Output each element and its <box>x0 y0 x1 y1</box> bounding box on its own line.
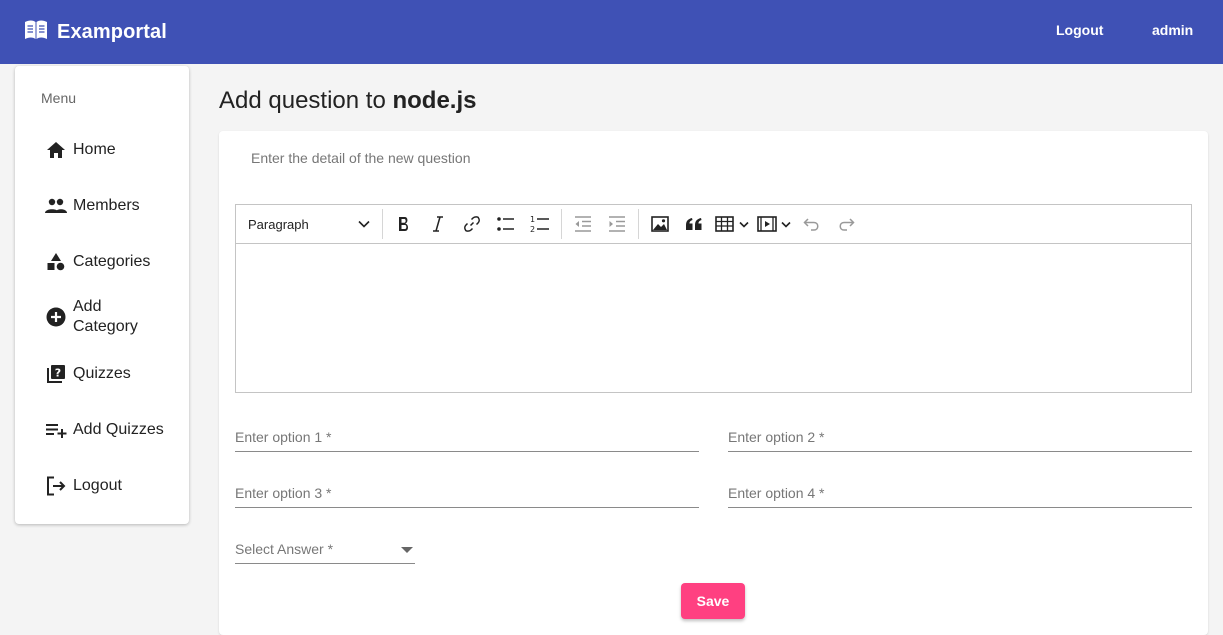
quiz-icon: ? <box>45 363 67 385</box>
bold-button[interactable] <box>389 209 419 239</box>
svg-text:?: ? <box>55 367 61 380</box>
insert-image-button[interactable] <box>645 209 675 239</box>
insert-table-button[interactable] <box>713 209 751 239</box>
undo-button[interactable] <box>797 209 827 239</box>
heading-select-value: Paragraph <box>248 216 309 232</box>
sidebar-item-label: Quizzes <box>73 365 131 382</box>
link-button[interactable] <box>457 209 487 239</box>
option-4-field[interactable]: Enter option 4 * <box>728 478 1192 508</box>
block-quote-button[interactable] <box>679 209 709 239</box>
heading-select[interactable]: Paragraph <box>240 209 378 239</box>
sidebar-item-add-quizzes[interactable]: Add Quizzes <box>45 419 185 441</box>
sidebar-item-logout[interactable]: Logout <box>45 475 185 497</box>
editor-content-area[interactable] <box>236 244 1191 392</box>
page-title: Add question to node.js <box>219 87 476 115</box>
link-icon <box>464 216 480 232</box>
sidebar: Menu Home Members Categories Add Categor… <box>15 66 189 524</box>
option-4-label: Enter option 4 * <box>728 485 825 501</box>
outdent-button[interactable] <box>568 209 598 239</box>
sidebar-menu-label: Menu <box>41 90 77 106</box>
answer-select[interactable]: Select Answer * <box>235 534 415 564</box>
home-icon <box>45 139 67 161</box>
option-1-label: Enter option 1 * <box>235 429 332 445</box>
outdent-icon <box>575 216 591 232</box>
svg-text:1: 1 <box>530 215 535 224</box>
indent-button[interactable] <box>602 209 632 239</box>
undo-icon <box>803 218 819 231</box>
media-icon <box>757 216 777 232</box>
toolbar-divider <box>638 209 639 239</box>
playlist-add-icon <box>45 419 67 441</box>
toolbar-divider <box>561 209 562 239</box>
top-app-bar: Examportal Logout admin <box>0 0 1223 64</box>
brand[interactable]: Examportal <box>24 19 167 46</box>
logout-icon <box>45 475 67 497</box>
sidebar-item-label: Add Quizzes <box>73 421 164 438</box>
save-button[interactable]: Save <box>681 583 745 619</box>
header-user-link[interactable]: admin <box>1152 22 1193 38</box>
chevron-down-icon <box>358 220 370 228</box>
redo-button[interactable] <box>831 209 861 239</box>
sidebar-item-label: Add Category <box>73 298 138 335</box>
sidebar-item-label: Members <box>73 197 140 214</box>
italic-icon <box>433 216 443 232</box>
option-3-field[interactable]: Enter option 3 * <box>235 478 699 508</box>
sidebar-item-label: Logout <box>73 477 122 494</box>
header-logout-link[interactable]: Logout <box>1056 22 1103 38</box>
app-title: Examportal <box>57 21 167 43</box>
bulleted-list-button[interactable] <box>491 209 521 239</box>
option-2-field[interactable]: Enter option 2 * <box>728 422 1192 452</box>
numbered-list-button[interactable]: 12 <box>525 209 555 239</box>
sidebar-item-add-category[interactable]: Add Category <box>45 297 185 337</box>
editor-toolbar: Paragraph 12 <box>236 205 1191 244</box>
page-title-prefix: Add question to <box>219 87 386 114</box>
rich-text-editor: Paragraph 12 <box>235 204 1192 393</box>
sidebar-item-label: Home <box>73 141 116 158</box>
insert-media-button[interactable] <box>755 209 793 239</box>
option-2-label: Enter option 2 * <box>728 429 825 445</box>
add-circle-icon <box>45 306 67 328</box>
svg-text:2: 2 <box>530 225 535 233</box>
chevron-down-icon <box>739 221 749 228</box>
bold-icon <box>399 217 408 231</box>
form-subtitle: Enter the detail of the new question <box>251 150 471 166</box>
chevron-down-icon <box>781 221 791 228</box>
page-title-subject: node.js <box>392 87 477 114</box>
book-icon <box>24 19 48 46</box>
dropdown-arrow-icon <box>401 547 413 553</box>
sidebar-item-home[interactable]: Home <box>45 139 185 161</box>
numbered-list-icon: 12 <box>530 215 549 233</box>
option-1-field[interactable]: Enter option 1 * <box>235 422 699 452</box>
sidebar-item-categories[interactable]: Categories <box>45 251 185 273</box>
toolbar-divider <box>382 209 383 239</box>
redo-icon <box>839 218 855 231</box>
option-3-label: Enter option 3 * <box>235 485 332 501</box>
sidebar-item-members[interactable]: Members <box>45 195 185 217</box>
people-icon <box>45 195 67 217</box>
bulleted-list-icon <box>497 217 514 231</box>
category-icon <box>45 251 67 273</box>
answer-select-label: Select Answer * <box>235 541 334 557</box>
indent-icon <box>609 216 625 232</box>
sidebar-item-label: Categories <box>73 253 151 270</box>
table-icon <box>715 216 734 232</box>
image-icon <box>651 216 669 232</box>
italic-button[interactable] <box>423 209 453 239</box>
sidebar-item-quizzes[interactable]: ? Quizzes <box>45 363 185 385</box>
question-form-card: Enter the detail of the new question Par… <box>219 131 1208 635</box>
quote-icon <box>686 218 702 230</box>
